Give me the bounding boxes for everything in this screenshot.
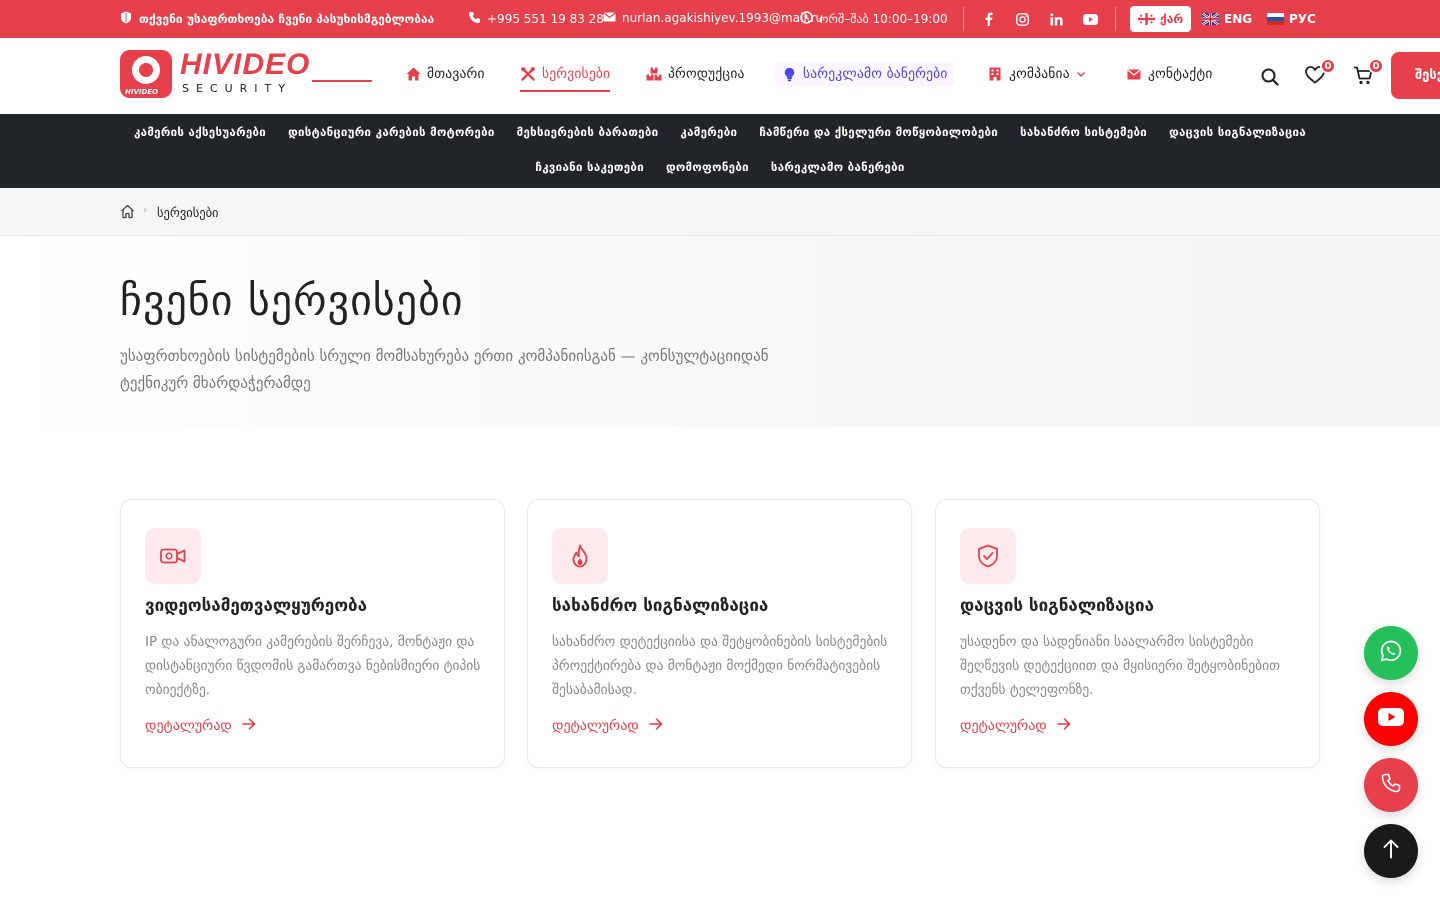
login-button[interactable]: შესვლა [1391, 52, 1440, 99]
russia-flag-icon [1267, 13, 1284, 25]
boxes-icon [646, 66, 662, 82]
category-intercoms[interactable]: დომოფონები [666, 160, 749, 174]
instagram-icon[interactable] [1013, 10, 1031, 28]
category-recorders-network[interactable]: ჩამწერი და ქსელური მოწყობილობები [759, 125, 998, 139]
youtube-icon[interactable] [1081, 10, 1099, 28]
shield-check-icon [960, 528, 1016, 584]
email-text: nurlan.agakishiyev.1993@mail.ru [622, 11, 824, 25]
service-title: სახანძრო სიგნალიზაცია [552, 596, 769, 616]
logo-subtitle: SECURITY [182, 82, 292, 95]
arrow-right-icon [241, 718, 256, 734]
hours-text: ორშ–შაბ 10:00–19:00 [819, 12, 948, 26]
logo-wordmark: HIVIDEO [180, 48, 311, 81]
nav-contact[interactable]: კონტაქტი [1126, 66, 1213, 82]
service-details-link[interactable]: დეტალურად [552, 718, 663, 734]
nav-company[interactable]: კომპანია [987, 66, 1086, 82]
clock-icon [800, 11, 813, 27]
nav-ad-banners[interactable]: სარეკლამო ბანერები [775, 62, 954, 86]
whatsapp-button[interactable] [1364, 626, 1418, 680]
linkedin-icon[interactable] [1047, 10, 1065, 28]
page-subtitle: უსაფრთხოების სისტემების სრული მომსახურებ… [120, 347, 769, 392]
language-label: РУС [1289, 12, 1316, 26]
whatsapp-icon [1380, 640, 1402, 666]
language-russian[interactable]: РУС [1259, 6, 1324, 32]
service-card: ვიდეოსამეთვალყურეობა IP და ანალოგური კამ… [120, 499, 505, 768]
language-english[interactable]: ENG [1194, 6, 1260, 32]
page-title: ჩვენი სერვისები [120, 276, 464, 325]
chevron-right-icon: › [143, 203, 148, 216]
envelope-icon [603, 11, 616, 25]
arrow-right-icon [648, 718, 663, 734]
category-smart-locks[interactable]: ჩკვიანი საკეთები [535, 160, 644, 174]
category-cameras[interactable]: კამერები [680, 125, 737, 139]
service-description: IP და ანალოგური კამერების შერჩევა, მონტა… [145, 634, 481, 698]
facebook-icon[interactable] [979, 10, 997, 28]
wishlist-button[interactable]: 0 [1304, 58, 1336, 88]
language-label: ქარ [1160, 12, 1184, 26]
building-icon [987, 66, 1003, 82]
uk-flag-icon [1202, 13, 1219, 25]
phone-icon [468, 11, 481, 27]
cart-count-badge: 0 [1368, 58, 1384, 74]
video-camera-icon [145, 528, 201, 584]
service-title: ვიდეოსამეთვალყურეობა [145, 596, 368, 616]
language-label: ENG [1224, 12, 1253, 26]
site-logo[interactable]: HIVIDEO HIVIDEO SECURITY [120, 48, 372, 100]
category-gate-motors[interactable]: დისტანციური კარების მოტორები [288, 125, 495, 139]
category-memory-cards[interactable]: მეხსიერების ბარათები [517, 125, 659, 139]
service-card: სახანძრო სიგნალიზაცია სახანძრო დეტექციის… [527, 499, 912, 768]
youtube-icon [1378, 708, 1404, 730]
tools-icon [520, 66, 536, 82]
category-row: კამერის აქსესუარები დისტანციური კარების … [0, 125, 1440, 139]
page-hero: ჩვენი სერვისები უსაფრთხოების სისტემების … [0, 236, 1440, 427]
breadcrumb-current: სერვისები [157, 205, 219, 220]
category-ad-banners[interactable]: სარეკლამო ბანერები [771, 160, 905, 174]
logo-underline [312, 80, 372, 82]
camera-logo-icon: HIVIDEO [120, 50, 172, 98]
nav-products[interactable]: პროდუქცია [646, 66, 745, 82]
main-header: HIVIDEO HIVIDEO SECURITY მთავარი სერვისე… [0, 38, 1440, 114]
georgia-flag-icon [1138, 13, 1155, 25]
top-bar: თქვენი უსაფრთხოება ჩვენი პასუხისმგებლობა… [0, 0, 1440, 38]
wishlist-count-badge: 0 [1320, 58, 1336, 74]
language-georgian[interactable]: ქარ [1130, 6, 1192, 32]
phone-icon [1381, 773, 1401, 797]
chevron-down-icon [1076, 66, 1086, 82]
nav-services[interactable]: სერვისები [520, 66, 611, 92]
category-camera-accessories[interactable]: კამერის აქსესუარები [134, 125, 266, 139]
envelope-icon [1126, 66, 1142, 82]
scroll-to-top-button[interactable] [1364, 824, 1418, 878]
slogan-text: თქვენი უსაფრთხოება ჩვენი პასუხისმგებლობა… [139, 12, 435, 26]
nav-home[interactable]: მთავარი [405, 66, 485, 82]
shield-icon [120, 11, 132, 27]
search-icon[interactable] [1259, 66, 1281, 88]
category-row: ჩკვიანი საკეთები დომოფონები სარეკლამო ბა… [0, 160, 1440, 174]
phone-text: +995 551 19 83 28 [487, 12, 604, 26]
arrow-up-icon [1383, 839, 1399, 863]
category-security-alarm[interactable]: დაცვის სიგნალიზაცია [1169, 125, 1306, 139]
service-title: დაცვის სიგნალიზაცია [960, 596, 1154, 616]
youtube-channel-button[interactable] [1364, 692, 1418, 746]
email-contact[interactable]: nurlan.agakishiyev.1993@mail.ru [603, 11, 823, 25]
service-details-link[interactable]: დეტალურად [145, 718, 256, 734]
service-details-link[interactable]: დეტალურად [960, 718, 1071, 734]
service-card: დაცვის სიგნალიზაცია უსადენო და სადენიანი… [935, 499, 1320, 768]
breadcrumb: › სერვისები [0, 188, 1440, 236]
phone-contact[interactable]: +995 551 19 83 28 [468, 11, 604, 27]
flame-icon [552, 528, 608, 584]
home-icon[interactable] [120, 204, 136, 220]
service-description: სახანძრო დეტექციისა და შეტყობინების სისტ… [552, 634, 888, 698]
arrow-right-icon [1056, 718, 1071, 734]
category-bar: კამერის აქსესუარები დისტანციური კარების … [0, 114, 1440, 188]
cart-button[interactable]: 0 [1352, 58, 1384, 88]
service-description: უსადენო და სადენიანი საალარმო სისტემები … [960, 634, 1280, 698]
category-fire-systems[interactable]: სახანძრო სისტემები [1020, 125, 1147, 139]
divider [963, 7, 964, 31]
home-icon [405, 66, 421, 82]
lightbulb-icon [781, 66, 797, 82]
divider [1115, 7, 1116, 31]
call-button[interactable] [1364, 758, 1418, 812]
opening-hours: ორშ–შაბ 10:00–19:00 [800, 11, 948, 27]
slogan: თქვენი უსაფრთხოება ჩვენი პასუხისმგებლობა… [120, 11, 434, 27]
